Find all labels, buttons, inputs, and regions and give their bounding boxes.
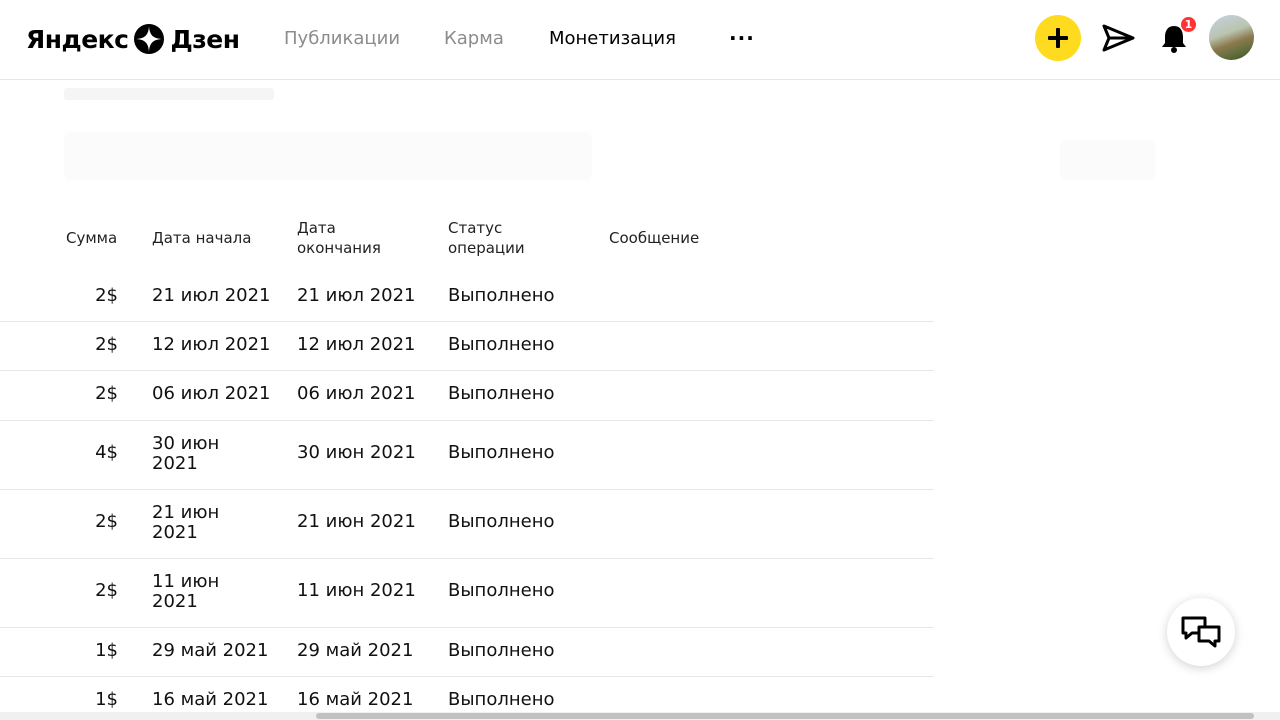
row-start-date: 29 май 2021 — [152, 640, 269, 661]
row-divider — [0, 627, 934, 628]
row-end-date: 30 июн 2021 — [297, 442, 416, 463]
header-end-date-line2: окончания — [297, 239, 381, 257]
row-sum: 1$ — [95, 689, 118, 710]
notifications-badge: 1 — [1180, 16, 1197, 33]
row-start-date-line1: 11 июн — [152, 571, 220, 592]
top-header: Яндекс Дзен Публикации Карма Монетизация… — [0, 0, 1280, 80]
row-start-date: 06 июл 2021 — [152, 383, 271, 404]
row-sum: 2$ — [95, 334, 118, 355]
row-divider — [0, 558, 934, 559]
faded-background-heading — [64, 132, 592, 180]
row-start-date-line1: 30 июн — [152, 433, 220, 454]
row-end-date: 12 июл 2021 — [297, 334, 416, 355]
row-divider — [0, 420, 934, 421]
logo-text-yandex: Яндекс — [26, 24, 129, 54]
row-start-date-line1: 21 июн — [152, 502, 220, 523]
row-end-date: 16 май 2021 — [297, 689, 414, 710]
row-sum: 2$ — [95, 511, 118, 532]
row-start-date: 12 июл 2021 — [152, 334, 271, 355]
zen-logo-icon — [134, 24, 165, 54]
row-divider — [0, 370, 934, 371]
row-start-date-line2: 2021 — [152, 591, 198, 612]
nav-publications[interactable]: Публикации — [284, 28, 400, 49]
faded-background-text — [64, 88, 274, 100]
row-start-date: 16 май 2021 — [152, 689, 269, 710]
row-end-date: 06 июл 2021 — [297, 383, 416, 404]
add-publication-button[interactable] — [1035, 15, 1081, 61]
row-status: Выполнено — [448, 285, 555, 306]
row-start-date-line2: 2021 — [152, 453, 198, 474]
send-icon[interactable] — [1100, 22, 1136, 54]
row-status: Выполнено — [448, 442, 555, 463]
more-menu-button[interactable]: ··· — [729, 26, 755, 50]
row-sum: 2$ — [95, 285, 118, 306]
row-start-date: 11 июн 2021 — [152, 572, 219, 612]
row-end-date: 11 июн 2021 — [297, 580, 416, 601]
row-start-date-line2: 2021 — [152, 522, 198, 543]
row-start-date: 30 июн 2021 — [152, 434, 219, 474]
header-sum: Сумма — [66, 229, 118, 247]
support-chat-button[interactable] — [1167, 598, 1235, 666]
row-status: Выполнено — [448, 334, 555, 355]
chat-bubbles-icon — [1181, 616, 1221, 648]
nav-monetization[interactable]: Монетизация — [549, 28, 676, 49]
faded-background-block — [1060, 140, 1155, 180]
header-end-date: Дата окончания — [297, 218, 381, 258]
header-status: Статус операции — [448, 218, 525, 258]
row-sum: 2$ — [95, 580, 118, 601]
header-start-date: Дата начала — [152, 229, 252, 247]
row-sum: 2$ — [95, 383, 118, 404]
row-status: Выполнено — [448, 640, 555, 661]
row-divider — [0, 321, 934, 322]
header-status-line2: операции — [448, 239, 525, 257]
row-sum: 1$ — [95, 640, 118, 661]
row-sum: 4$ — [95, 442, 118, 463]
row-divider — [0, 489, 934, 490]
nav-karma[interactable]: Карма — [444, 28, 504, 49]
row-status: Выполнено — [448, 383, 555, 404]
row-status: Выполнено — [448, 511, 555, 532]
row-status: Выполнено — [448, 580, 555, 601]
header-end-date-line1: Дата — [297, 219, 336, 237]
row-status: Выполнено — [448, 689, 555, 710]
row-end-date: 21 июл 2021 — [297, 285, 416, 306]
row-divider — [0, 676, 934, 677]
logo-text-zen: Дзен — [170, 24, 240, 54]
header-message: Сообщение — [609, 229, 700, 247]
plus-icon — [1048, 28, 1068, 48]
row-start-date: 21 июн 2021 — [152, 503, 219, 543]
horizontal-scrollbar-thumb[interactable] — [316, 713, 1254, 719]
row-end-date: 29 май 2021 — [297, 640, 414, 661]
row-start-date: 21 июл 2021 — [152, 285, 271, 306]
logo[interactable]: Яндекс Дзен — [26, 22, 240, 56]
user-avatar[interactable] — [1209, 15, 1254, 60]
header-status-line1: Статус — [448, 219, 503, 237]
row-end-date: 21 июн 2021 — [297, 511, 416, 532]
